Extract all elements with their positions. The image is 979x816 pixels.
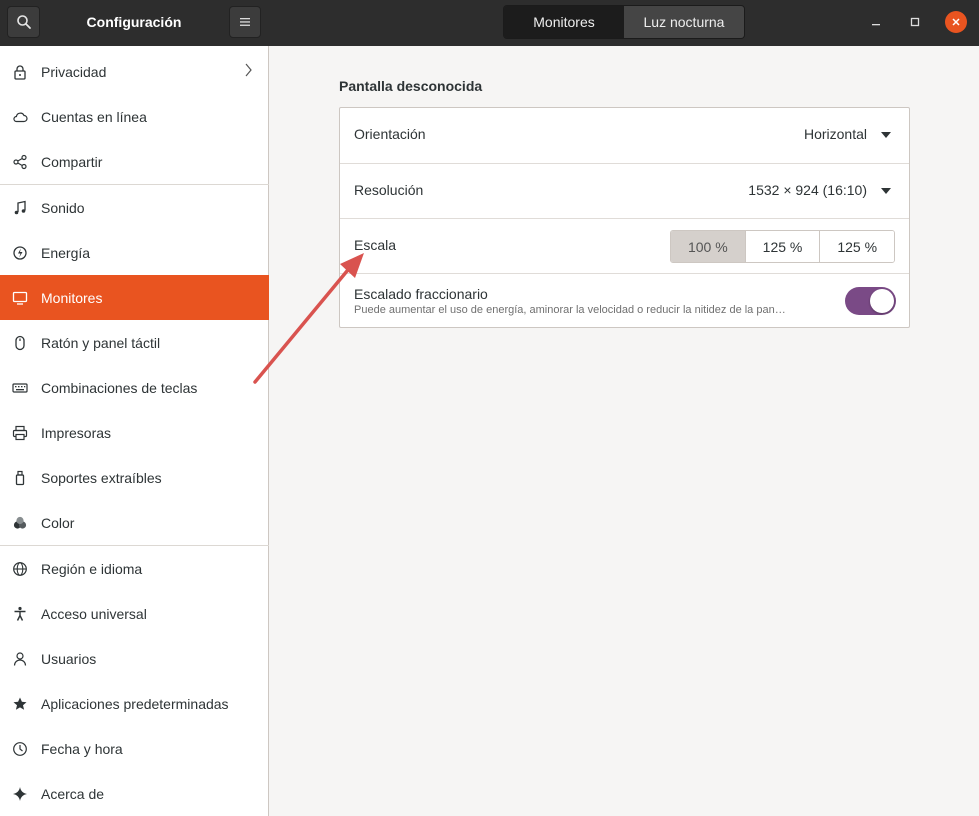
scale-row: Escala 100 % 125 % 125 %	[340, 218, 909, 273]
display-settings-panel: Orientación Horizontal Resolución 1532 ×…	[339, 107, 910, 328]
sidebar-item-sonido[interactable]: Sonido	[0, 185, 269, 230]
fractional-scaling-label: Escalado fraccionario	[354, 286, 488, 302]
sidebar-item-label: Usuarios	[41, 650, 97, 667]
sidebar-item-acceso-universal[interactable]: Acceso universal	[0, 591, 269, 636]
cloud-icon	[0, 109, 41, 125]
toggle-knob	[870, 289, 894, 313]
power-icon	[0, 245, 41, 261]
sidebar-item-raton[interactable]: Ratón y panel táctil	[0, 320, 269, 365]
sidebar-item-acerca-de[interactable]: Acerca de	[0, 771, 269, 816]
color-icon	[0, 515, 41, 531]
clock-icon	[0, 741, 41, 757]
display-section-title: Pantalla desconocida	[339, 78, 483, 94]
sidebar-item-cuentas[interactable]: Cuentas en línea	[0, 94, 269, 139]
maximize-button[interactable]	[904, 11, 926, 33]
sidebar-item-compartir[interactable]: Compartir	[0, 139, 269, 184]
sidebar-item-label: Monitores	[41, 289, 103, 306]
star-icon	[0, 696, 41, 712]
music-note-icon	[0, 200, 41, 216]
mouse-icon	[0, 335, 41, 351]
fractional-scaling-row: Escalado fraccionario Puede aumentar el …	[340, 273, 909, 328]
sidebar-item-usuarios[interactable]: Usuarios	[0, 636, 269, 681]
hamburger-menu-button[interactable]	[229, 6, 261, 38]
app-title: Configuración	[86, 14, 182, 30]
view-switcher: Monitores Luz nocturna	[503, 5, 745, 39]
sidebar-item-label: Cuentas en línea	[41, 108, 147, 125]
sidebar-item-label: Sonido	[41, 199, 85, 216]
sidebar-item-teclas[interactable]: Combinaciones de teclas	[0, 365, 269, 410]
header-bar: Configuración Monitores Luz nocturna	[0, 0, 979, 46]
sparkle-icon	[0, 786, 41, 802]
accessibility-icon	[0, 606, 41, 622]
tab-monitores[interactable]: Monitores	[504, 6, 624, 38]
orientation-value[interactable]: Horizontal	[804, 126, 867, 142]
dropdown-arrow-icon[interactable]	[881, 132, 891, 138]
sidebar-item-label: Ratón y panel táctil	[41, 334, 161, 351]
sidebar-item-label: Impresoras	[41, 424, 112, 441]
orientation-row[interactable]: Orientación Horizontal	[340, 108, 909, 163]
sidebar-item-impresoras[interactable]: Impresoras	[0, 410, 269, 455]
sidebar-item-label: Combinaciones de teclas	[41, 379, 198, 396]
maximize-icon	[910, 17, 920, 27]
sidebar-item-energia[interactable]: Energía	[0, 230, 269, 275]
sidebar-item-label: Energía	[41, 244, 91, 261]
usb-drive-icon	[0, 470, 41, 486]
scale-options: 100 % 125 % 125 %	[670, 230, 895, 263]
globe-icon	[0, 561, 41, 577]
scale-label: Escala	[354, 237, 397, 253]
sidebar-item-privacidad[interactable]: Privacidad	[0, 49, 269, 94]
orientation-label: Orientación	[354, 126, 426, 142]
sidebar-item-label: Región e idioma	[41, 560, 143, 577]
lock-icon	[0, 64, 41, 80]
close-icon	[952, 18, 960, 26]
keyboard-icon	[0, 380, 41, 396]
display-icon	[0, 290, 41, 306]
sidebar-item-soportes[interactable]: Soportes extraíbles	[0, 455, 269, 500]
chevron-right-icon	[243, 62, 253, 81]
dropdown-arrow-icon[interactable]	[881, 188, 891, 194]
sidebar-item-label: Acceso universal	[41, 605, 147, 622]
sidebar-item-aplicaciones[interactable]: Aplicaciones predeterminadas	[0, 681, 269, 726]
settings-sidebar: Privacidad Cuentas en línea Compartir So…	[0, 46, 269, 816]
sidebar-item-label: Compartir	[41, 153, 103, 170]
search-icon	[16, 15, 31, 29]
sidebar-item-label: Fecha y hora	[41, 740, 123, 757]
sidebar-item-fecha-hora[interactable]: Fecha y hora	[0, 726, 269, 771]
sidebar-item-label: Privacidad	[41, 63, 107, 80]
scale-option-125[interactable]: 125 %	[744, 231, 820, 262]
fractional-scaling-toggle[interactable]	[845, 287, 896, 315]
share-icon	[0, 154, 41, 170]
printer-icon	[0, 425, 41, 441]
sidebar-item-monitores[interactable]: Monitores	[0, 275, 269, 320]
scale-option-100[interactable]: 100 %	[671, 231, 745, 262]
sidebar-item-region[interactable]: Región e idioma	[0, 546, 269, 591]
sidebar-item-label: Soportes extraíbles	[41, 469, 162, 486]
sidebar-item-color[interactable]: Color	[0, 500, 269, 545]
tab-luz-nocturna[interactable]: Luz nocturna	[624, 6, 744, 38]
resolution-label: Resolución	[354, 182, 424, 198]
hamburger-menu-icon	[240, 18, 250, 26]
user-icon	[0, 651, 41, 667]
close-button[interactable]	[945, 11, 967, 33]
sidebar-item-label: Acerca de	[41, 785, 105, 802]
sidebar-item-label: Color	[41, 514, 75, 531]
sidebar-item-label: Aplicaciones predeterminadas	[41, 695, 229, 712]
scale-option-125-alt[interactable]: 125 %	[819, 231, 894, 262]
resolution-value[interactable]: 1532 × 924 (16:10)	[748, 182, 867, 198]
minimize-button[interactable]	[865, 11, 887, 33]
fractional-scaling-description: Puede aumentar el uso de energía, aminor…	[354, 304, 786, 316]
resolution-row[interactable]: Resolución 1532 × 924 (16:10)	[340, 163, 909, 218]
minimize-icon	[872, 24, 880, 26]
search-button[interactable]	[7, 6, 40, 38]
